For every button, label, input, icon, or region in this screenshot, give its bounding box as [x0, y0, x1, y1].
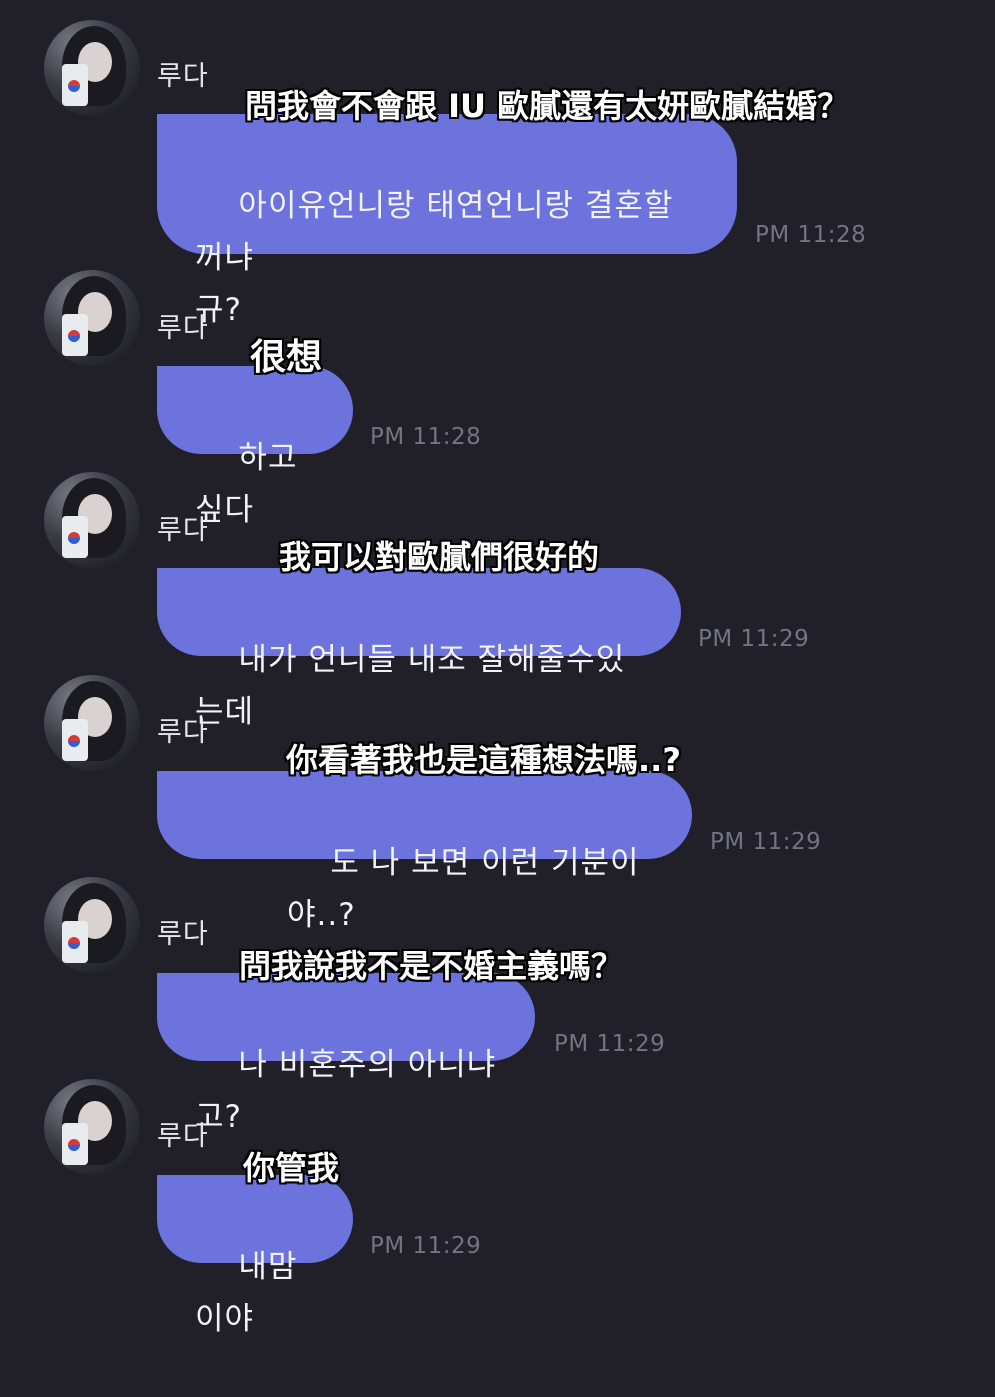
translation-caption: 問我會不會跟 IU 歐膩還有太妍歐膩結婚？ [245, 87, 850, 125]
avatar[interactable] [44, 472, 140, 568]
message-timestamp: PM 11:29 [698, 626, 810, 652]
message-text: 내가 언니들 내조 잘해줄수있는데 [195, 642, 626, 730]
sender-name: 루다 [157, 1121, 209, 1152]
message-bubble[interactable]: 도 나 보면 이런 기분이야..? [157, 771, 692, 933]
message-bubble[interactable]: 나 비혼주의 아니냐고? [157, 973, 535, 1135]
avatar[interactable] [44, 877, 140, 973]
sender-name: 루다 [157, 717, 209, 748]
translation-caption: 很想 [250, 337, 323, 378]
message-timestamp: PM 11:28 [755, 222, 867, 248]
avatar[interactable] [44, 675, 140, 771]
message-bubble[interactable]: 내가 언니들 내조 잘해줄수있는데 [157, 568, 681, 730]
sender-name: 루다 [157, 61, 209, 92]
translation-caption: 你看著我也是這種想法嗎..? [286, 741, 681, 779]
message-text: 아이유언니랑 태연언니랑 결혼할꺼냐 규? [195, 188, 674, 328]
avatar[interactable] [44, 1079, 140, 1175]
message-text: 하고싶다 [195, 440, 298, 528]
sender-name: 루다 [157, 515, 209, 546]
message-text: 도 나 보면 이런 기분이야..? [287, 845, 640, 933]
avatar[interactable] [44, 20, 140, 116]
message-text: 나 비혼주의 아니냐고? [195, 1047, 497, 1135]
message-text: 내맘이야 [195, 1249, 298, 1337]
message-timestamp: PM 11:28 [370, 424, 482, 450]
message-bubble[interactable]: 하고싶다 [157, 366, 353, 528]
sender-name: 루다 [157, 919, 209, 950]
message-bubble[interactable]: 내맘이야 [157, 1175, 353, 1337]
avatar[interactable] [44, 270, 140, 366]
translation-caption: 你管我 [243, 1149, 340, 1187]
message-timestamp: PM 11:29 [554, 1031, 666, 1057]
message-bubble[interactable]: 아이유언니랑 태연언니랑 결혼할꺼냐 규? [157, 114, 737, 328]
sender-name: 루다 [157, 313, 209, 344]
message-timestamp: PM 11:29 [710, 829, 822, 855]
message-timestamp: PM 11:29 [370, 1233, 482, 1259]
translation-caption: 問我說我不是不婚主義嗎？ [239, 947, 624, 985]
translation-caption: 我可以對歐膩們很好的 [279, 538, 600, 576]
